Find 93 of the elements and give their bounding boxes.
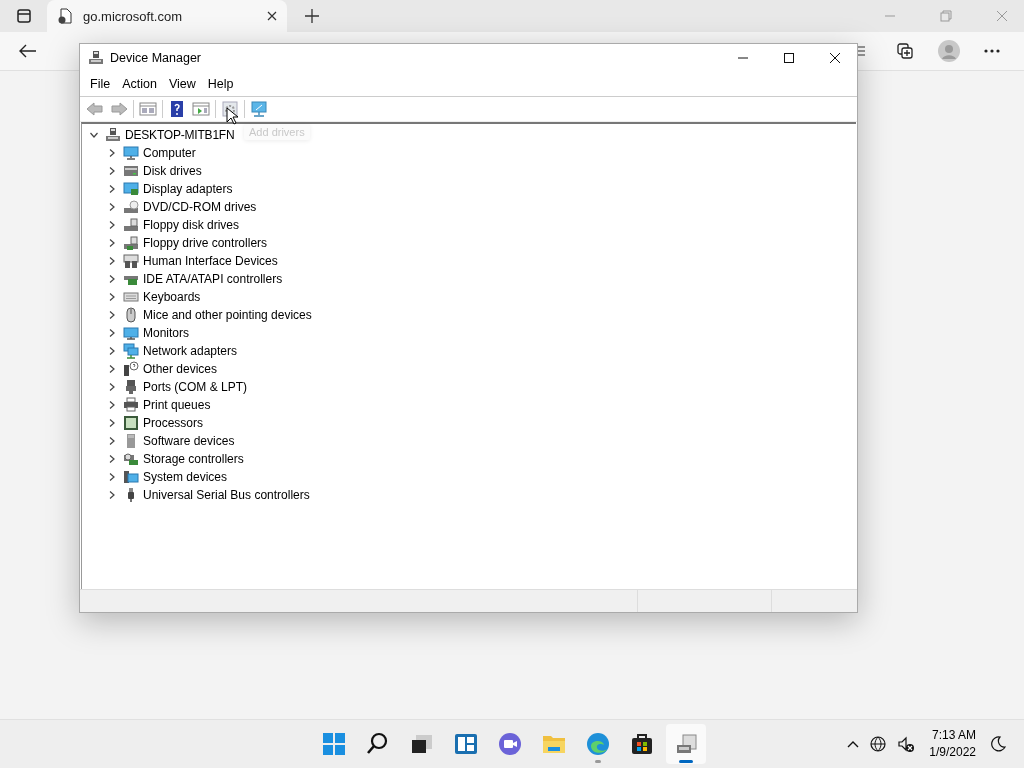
drive-icon — [123, 235, 139, 251]
new-tab-icon[interactable] — [305, 9, 319, 23]
tree-item[interactable]: Computer — [143, 146, 196, 160]
expand-chevron-icon[interactable] — [108, 383, 116, 391]
expand-chevron-icon[interactable] — [108, 347, 116, 355]
video-chat-icon — [498, 732, 522, 756]
drive-icon — [123, 163, 139, 179]
tree-item[interactable]: Disk drives — [143, 164, 202, 178]
clock-date[interactable]: 1/9/2022 — [929, 744, 976, 761]
monitor-icon[interactable] — [250, 101, 268, 117]
collections-icon[interactable] — [896, 42, 914, 60]
expand-chevron-icon[interactable] — [108, 491, 116, 499]
tree-item[interactable]: Keyboards — [143, 290, 201, 304]
expand-chevron-icon[interactable] — [108, 473, 116, 481]
chip-icon — [123, 415, 139, 431]
maximize-icon[interactable] — [783, 52, 795, 64]
computer-icon — [105, 127, 121, 143]
tree-item[interactable]: IDE ATA/ATAPI controllers — [143, 272, 283, 286]
drive-icon — [123, 217, 139, 233]
expand-chevron-icon[interactable] — [108, 437, 116, 445]
speaker-muted-icon[interactable] — [897, 735, 916, 753]
close-icon[interactable] — [267, 11, 277, 21]
expand-chevron-icon[interactable] — [108, 167, 116, 175]
expand-chevron-icon[interactable] — [108, 257, 116, 265]
expand-chevron-icon[interactable] — [108, 221, 116, 229]
storage-icon — [123, 451, 139, 467]
expand-chevron-icon[interactable] — [108, 203, 116, 211]
tree-item[interactable]: System devices — [143, 470, 228, 484]
browser-tab[interactable]: go.microsoft.com — [47, 0, 287, 32]
search-icon — [366, 732, 390, 756]
clock-time[interactable]: 7:13 AM — [931, 727, 976, 744]
tree-item[interactable]: Human Interface Devices — [143, 254, 278, 268]
computer-icon — [123, 469, 139, 485]
question-device-icon — [123, 361, 139, 377]
expand-chevron-icon[interactable] — [108, 455, 116, 463]
expand-chevron-icon[interactable] — [108, 185, 116, 193]
action-pane-icon[interactable] — [192, 101, 210, 117]
monitor-icon — [123, 181, 139, 197]
mouse-icon — [123, 307, 139, 323]
page-icon — [57, 8, 73, 24]
browser-icon — [586, 732, 610, 756]
window-title: Device Manager — [110, 51, 201, 65]
expand-chevron-icon[interactable] — [108, 419, 116, 427]
tree-item[interactable]: DESKTOP-MITB1FN — [125, 128, 235, 142]
menu-item[interactable]: View — [162, 77, 202, 91]
menu-item[interactable]: Help — [201, 77, 240, 91]
plug-icon — [123, 379, 139, 395]
task-view-icon — [410, 732, 434, 756]
tree-item[interactable]: Software devices — [143, 434, 235, 448]
help-icon[interactable] — [168, 101, 186, 117]
expand-chevron-icon[interactable] — [108, 401, 116, 409]
tree-item[interactable]: Display adapters — [143, 182, 233, 196]
tree-item[interactable]: Universal Serial Bus controllers — [143, 488, 310, 502]
computer-icon — [88, 50, 104, 66]
tab-actions-icon[interactable] — [16, 8, 32, 24]
back-arrow-icon[interactable] — [19, 44, 37, 58]
tree-item[interactable]: Print queues — [143, 398, 211, 412]
moon-icon[interactable] — [990, 736, 1006, 752]
expand-chevron-icon[interactable] — [108, 149, 116, 157]
menu-item[interactable]: Action — [116, 77, 163, 91]
collapse-chevron-icon[interactable] — [90, 131, 98, 139]
computer-icon — [674, 732, 698, 756]
expand-chevron-icon[interactable] — [108, 275, 116, 283]
tree-item[interactable]: Other devices — [143, 362, 218, 376]
close-icon[interactable] — [829, 52, 841, 64]
tree-item[interactable]: Ports (COM & LPT) — [143, 380, 247, 394]
widgets-icon — [454, 732, 478, 756]
tree-item[interactable]: Floppy drive controllers — [143, 236, 268, 250]
more-options-icon[interactable] — [984, 49, 1000, 53]
tab-title: go.microsoft.com — [83, 8, 183, 24]
expand-chevron-icon[interactable] — [108, 293, 116, 301]
expand-chevron-icon[interactable] — [108, 311, 116, 319]
expand-chevron-icon[interactable] — [108, 239, 116, 247]
tree-item[interactable]: Network adapters — [143, 344, 238, 358]
tree-item[interactable]: DVD/CD-ROM drives — [143, 200, 257, 214]
store-icon — [630, 732, 654, 756]
tree-item[interactable]: Storage controllers — [143, 452, 244, 466]
globe-icon[interactable] — [869, 735, 888, 753]
start-icon — [322, 732, 346, 756]
network-icon — [123, 343, 139, 359]
menu-item[interactable]: File — [84, 77, 117, 91]
chevron-up-icon[interactable] — [847, 740, 860, 748]
avatar-icon[interactable] — [938, 40, 960, 62]
tree-item[interactable]: Floppy disk drives — [143, 218, 240, 232]
disc-drive-icon — [123, 199, 139, 215]
tree-item[interactable]: Monitors — [143, 326, 189, 340]
tree-item[interactable]: Processors — [143, 416, 204, 430]
expand-chevron-icon[interactable] — [108, 365, 116, 373]
printer-icon — [123, 397, 139, 413]
expand-chevron-icon[interactable] — [108, 329, 116, 337]
monitor-icon — [123, 145, 139, 161]
tree-item[interactable]: Mice and other pointing devices — [143, 308, 312, 322]
monitor-icon — [123, 325, 139, 341]
